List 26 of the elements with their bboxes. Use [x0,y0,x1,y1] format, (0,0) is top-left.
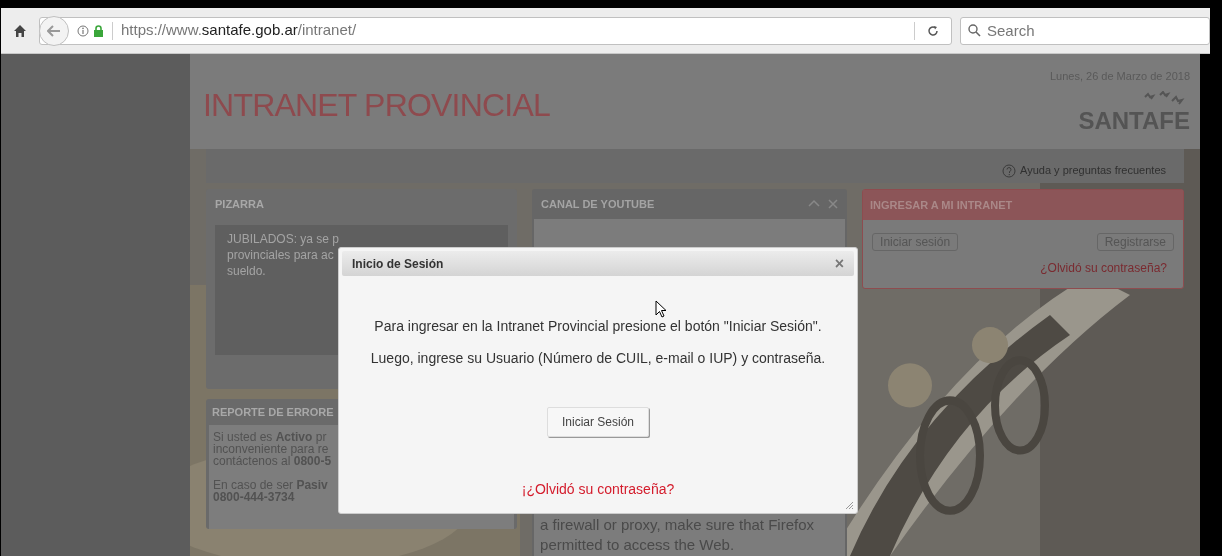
panel-title: CANAL DE YOUTUBE [541,196,655,212]
sign-in-button[interactable]: Iniciar Sesión [546,407,649,437]
forgot-password-link[interactable]: ¡¿Olvidó su contraseña? [521,479,675,500]
cursor-icon [655,300,667,318]
lock-icon[interactable] [93,24,104,37]
news-text: sueldo. [227,263,266,279]
news-text: provinciales para ac [227,247,334,263]
back-button[interactable] [39,15,69,46]
news-text: JUBILADOS: ya se p [227,231,340,247]
back-arrow-icon [47,24,61,37]
search-field[interactable]: Search [960,16,1210,45]
search-icon [968,23,981,37]
dialog-title: Inicio de Sesión [352,255,444,273]
close-icon[interactable] [828,199,839,209]
forgot-password-link[interactable]: ¿Olvidó su contraseña? [1040,259,1167,277]
collapse-icon[interactable] [808,199,821,207]
reload-icon[interactable] [927,24,939,37]
panel-title: PIZARRA [214,196,265,212]
dialog-message: Luego, ingrese su Usuario (Número de CUIL, e-mail o IUP) y contraseña. [370,349,826,368]
dialog-message: Para ingresar en la Intranet Provincial presione el botón "Iniciar Sesión". [374,317,822,336]
panel-title: REPORTE DE ERRORE [211,404,335,420]
resize-handle-icon[interactable] [844,500,854,510]
close-button[interactable]: × [834,255,844,272]
home-icon[interactable] [13,23,27,38]
info-icon[interactable] [77,24,89,37]
help-icon [1002,164,1017,178]
